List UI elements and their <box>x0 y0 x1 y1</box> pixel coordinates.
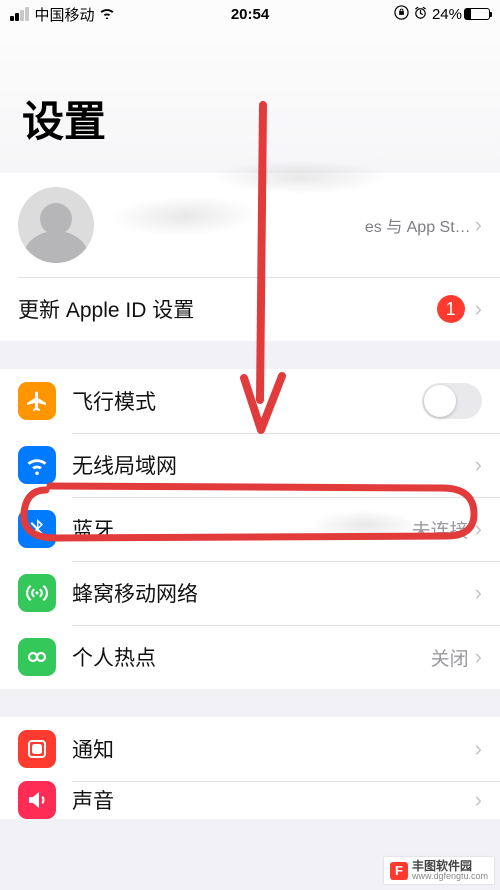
notifications-label: 通知 <box>72 734 475 764</box>
chevron-right-icon: › <box>475 296 482 322</box>
bluetooth-row[interactable]: 蓝牙 未连接 › <box>0 497 500 561</box>
orientation-lock-icon <box>394 5 409 24</box>
notifications-row[interactable]: 通知 › <box>0 717 500 781</box>
group-notifications: 通知 › 声音 › <box>0 717 500 819</box>
hotspot-label: 个人热点 <box>72 642 431 672</box>
chevron-right-icon: › <box>475 516 482 542</box>
apple-id-label: 更新 Apple ID 设置 <box>18 294 437 324</box>
watermark-logo-icon: F <box>390 862 408 880</box>
status-left: 中国移动 <box>10 4 115 25</box>
battery-indicator: 24% <box>432 6 490 23</box>
wifi-status-icon <box>99 6 115 23</box>
airplane-icon <box>18 382 56 420</box>
chevron-right-icon: › <box>475 580 482 606</box>
notification-badge: 1 <box>437 295 465 323</box>
wifi-icon <box>18 446 56 484</box>
carrier-label: 中国移动 <box>35 4 95 25</box>
apple-id-update-row[interactable]: 更新 Apple ID 设置 1 › <box>0 277 500 341</box>
bluetooth-icon <box>18 510 56 548</box>
redaction-smudge <box>109 193 260 238</box>
watermark-url: www.dgfengtu.com <box>412 872 488 881</box>
cellular-icon <box>18 574 56 612</box>
chevron-right-icon: › <box>475 452 482 478</box>
notifications-icon <box>18 730 56 768</box>
signal-icon <box>10 7 29 21</box>
cellular-row[interactable]: 蜂窝移动网络 › <box>0 561 500 625</box>
redaction-smudge <box>210 160 390 194</box>
battery-percent: 24% <box>432 6 462 23</box>
hotspot-row[interactable]: 个人热点 关闭 › <box>0 625 500 689</box>
chevron-right-icon: › <box>475 644 482 670</box>
hotspot-icon <box>18 638 56 676</box>
avatar <box>18 187 94 263</box>
status-time: 20:54 <box>231 6 269 23</box>
group-connectivity: 飞行模式 无线局域网 › 蓝牙 未连接 › 蜂窝移动网络 › 个人热点 关闭 › <box>0 369 500 689</box>
sounds-label: 声音 <box>72 785 475 815</box>
status-right: 24% <box>394 5 490 24</box>
cellular-label: 蜂窝移动网络 <box>72 578 475 608</box>
chevron-right-icon: › <box>475 787 482 813</box>
airplane-toggle[interactable] <box>422 383 482 419</box>
watermark: F 丰图软件园 www.dgfengtu.com <box>384 857 494 884</box>
alarm-icon <box>413 5 428 24</box>
chevron-right-icon: › <box>475 736 482 762</box>
status-bar: 中国移动 20:54 24% <box>0 0 500 28</box>
page-title: 设置 <box>0 28 500 173</box>
bluetooth-value: 未连接 <box>412 516 469 543</box>
airplane-mode-row[interactable]: 飞行模式 <box>0 369 500 433</box>
airplane-label: 飞行模式 <box>72 386 422 416</box>
sounds-icon <box>18 781 56 819</box>
chevron-right-icon: › <box>475 212 482 238</box>
wifi-label: 无线局域网 <box>72 450 475 480</box>
wifi-row[interactable]: 无线局域网 › <box>0 433 500 497</box>
sounds-row[interactable]: 声音 › <box>0 781 500 819</box>
hotspot-value: 关闭 <box>431 644 469 671</box>
redaction-smudge <box>310 510 420 540</box>
